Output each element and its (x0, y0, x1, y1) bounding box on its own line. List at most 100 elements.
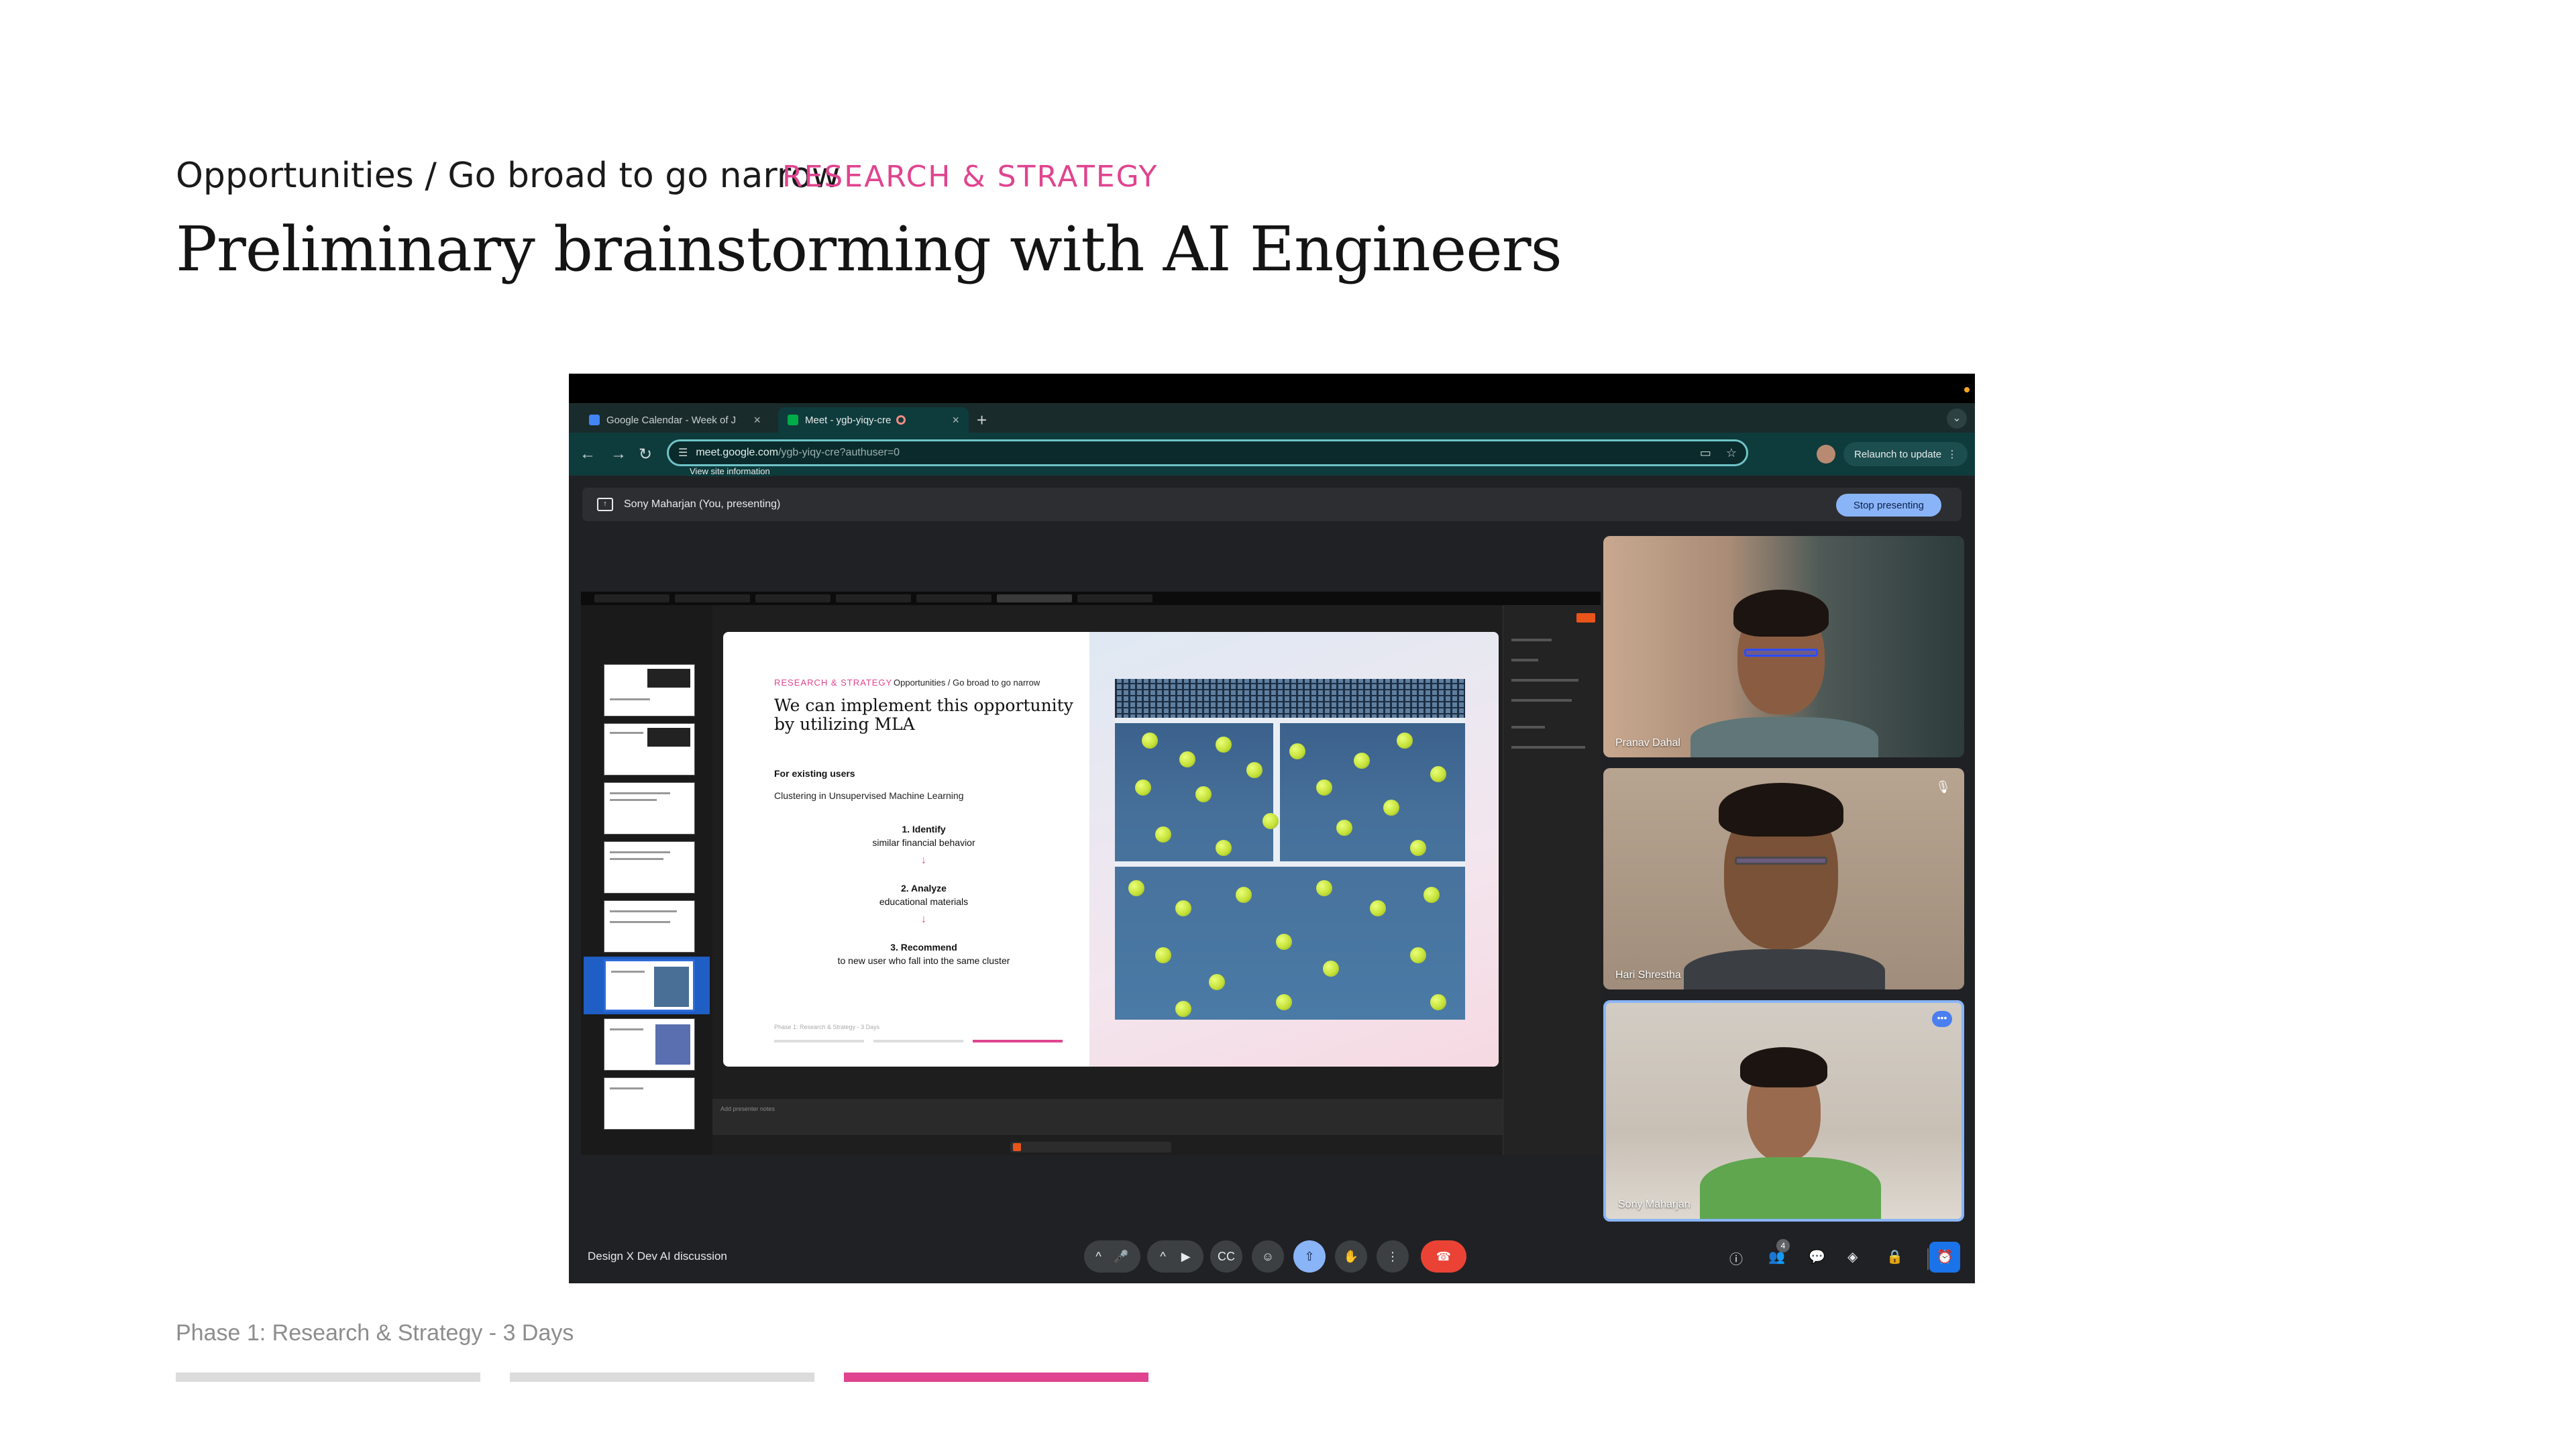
recording-indicator (1964, 387, 1970, 392)
raise-hand-button[interactable]: ✋ (1335, 1240, 1367, 1273)
slide-description: Clustering in Unsupervised Machine Learn… (774, 790, 964, 801)
camera-button[interactable]: ^ ▶ (1147, 1240, 1203, 1273)
court-line (1273, 723, 1280, 864)
more-vertical-icon: ⋮ (1387, 1249, 1399, 1263)
more-options-icon[interactable]: ••• (1932, 1011, 1952, 1027)
tennis-net (1115, 679, 1465, 720)
url-path: /ygb-yiqy-cre?authuser=0 (778, 447, 900, 458)
microphone-button[interactable]: ^ 🎤 (1084, 1240, 1140, 1273)
people-count-badge: 4 (1776, 1239, 1790, 1252)
court-line (1115, 861, 1465, 867)
slide-subheading: For existing users (774, 768, 855, 779)
slide-thumbnail (604, 664, 695, 716)
stop-presenting-button[interactable]: Stop presenting (1835, 494, 1941, 517)
presented-slide: RESEARCH & STRATEGY Opportunities / Go b… (723, 632, 1499, 1067)
url-bar[interactable]: ☰ meet.google.com/ygb-yiqy-cre?authuser=… (667, 439, 1748, 466)
mini-tab-active (997, 594, 1072, 602)
close-icon[interactable]: × (753, 413, 761, 427)
recording-icon (896, 415, 906, 425)
slide-thumbnail (604, 723, 695, 775)
slide-phase: Phase 1: Research & Strategy - 3 Days (774, 1024, 880, 1030)
emoji-button[interactable]: ☺ (1252, 1240, 1284, 1273)
camera-icon[interactable]: ▭ (1700, 446, 1711, 460)
video-camera-icon: ▶ (1181, 1249, 1191, 1263)
participant-tile[interactable]: 🎙 Hari Shrestha (1603, 768, 1964, 989)
captions-button[interactable]: CC (1210, 1240, 1242, 1273)
tab-label: Google Calendar - Week of J (606, 414, 737, 426)
emoji-icon: ☺ (1261, 1249, 1275, 1263)
down-arrow-icon: ↓ (921, 855, 926, 866)
participant-tile[interactable]: Pranav Dahal (1603, 536, 1964, 757)
notes-placeholder: Add presenter notes (720, 1106, 775, 1112)
presented-screen: RESEARCH & STRATEGY Opportunities / Go b… (581, 592, 1601, 1155)
slide-thumbnail (604, 782, 695, 835)
back-icon[interactable]: ← (580, 445, 596, 464)
breadcrumb: Opportunities / Go broad to go narrow (176, 156, 841, 196)
slide-thumbnails-panel (581, 605, 712, 1155)
activities-icon[interactable]: ◈ (1847, 1248, 1858, 1265)
participant-name: Hari Shrestha (1615, 969, 1681, 981)
properties-panel (1503, 605, 1601, 1155)
site-info-icon[interactable]: ☰ (678, 446, 688, 460)
tennis-balls-photo (1115, 679, 1465, 1020)
participant-glasses (1744, 649, 1818, 657)
bookmark-star-icon[interactable]: ☆ (1726, 446, 1737, 460)
host-controls-icon[interactable]: 🔒 (1886, 1248, 1903, 1265)
participant-name: Pranav Dahal (1615, 737, 1680, 749)
present-screen-button[interactable]: ⇧ (1293, 1240, 1326, 1273)
phase-label: Phase 1: Research & Strategy - 3 Days (176, 1320, 574, 1346)
page-title: Preliminary brainstorming with AI Engine… (176, 213, 1562, 285)
participant-hair (1740, 1047, 1827, 1087)
leave-call-button[interactable]: ☎ (1421, 1240, 1466, 1273)
tab-google-meet[interactable]: Meet - ygb-yiqy-cre × (778, 407, 969, 433)
tab-google-calendar[interactable]: Google Calendar - Week of J × (580, 407, 770, 433)
forward-icon[interactable]: → (610, 445, 627, 464)
section-tag: RESEARCH & STRATEGY (782, 160, 1159, 194)
profile-avatar[interactable] (1817, 445, 1835, 464)
address-row: ← → ↻ ☰ meet.google.com/ygb-yiqy-cre?aut… (569, 433, 1975, 476)
chat-icon[interactable]: 💬 (1809, 1248, 1825, 1265)
close-icon[interactable]: × (952, 413, 959, 427)
captions-icon: CC (1218, 1249, 1235, 1263)
timer-icon[interactable]: ⏰ (1929, 1242, 1960, 1273)
hand-icon: ✋ (1343, 1249, 1359, 1263)
slide-progress-segment (774, 1040, 864, 1042)
meeting-info-icon[interactable]: ⓘ (1729, 1248, 1743, 1268)
mini-tab (594, 594, 669, 602)
chevron-up-icon[interactable]: ^ (1095, 1250, 1101, 1264)
new-tab-icon[interactable]: + (977, 410, 987, 431)
participant-body (1690, 717, 1878, 757)
participant-glasses (1735, 857, 1827, 865)
url-host: meet.google.com (696, 447, 779, 458)
participant-name: Sony Maharjan (1618, 1199, 1690, 1210)
meeting-name: Design X Dev AI discussion (588, 1250, 727, 1263)
progress-segment (176, 1373, 480, 1382)
mini-tab (836, 594, 911, 602)
slide-breadcrumb: Opportunities / Go broad to go narrow (894, 678, 1040, 688)
slide-thumbnail (604, 1018, 695, 1071)
microphone-icon: 🎤 (1114, 1249, 1129, 1263)
mic-off-icon: 🎙 (1935, 780, 1951, 794)
slide-progress-segment-active (973, 1040, 1063, 1042)
mini-tab (916, 594, 991, 602)
chevron-up-icon[interactable]: ^ (1160, 1250, 1165, 1264)
step-recommend: 3. Recommend to new user who fall into th… (837, 942, 1010, 966)
hang-up-icon: ☎ (1436, 1249, 1452, 1263)
present-screen-icon: ⇧ (1304, 1249, 1315, 1263)
tab-label: Meet - ygb-yiqy-cre (805, 414, 892, 426)
present-screen-icon: ↑ (597, 498, 613, 511)
select-tool-icon (1013, 1143, 1021, 1151)
slide-thumbnail (604, 841, 695, 894)
relaunch-button[interactable]: Relaunch to update ⋮ (1843, 442, 1968, 466)
participant-hair (1733, 590, 1829, 637)
net-band (1115, 718, 1465, 723)
more-options-button[interactable]: ⋮ (1377, 1240, 1409, 1273)
participant-tile-active[interactable]: ••• Sony Maharjan (1603, 1000, 1964, 1222)
reload-icon[interactable]: ↻ (639, 445, 652, 464)
chevron-down-icon[interactable]: ⌄ (1947, 409, 1967, 429)
slide-progress-segment (873, 1040, 963, 1042)
slide-thumbnail (604, 1077, 695, 1130)
down-arrow-icon: ↓ (921, 914, 926, 925)
editor-toolbar (1010, 1142, 1171, 1152)
progress-segment (510, 1373, 814, 1382)
